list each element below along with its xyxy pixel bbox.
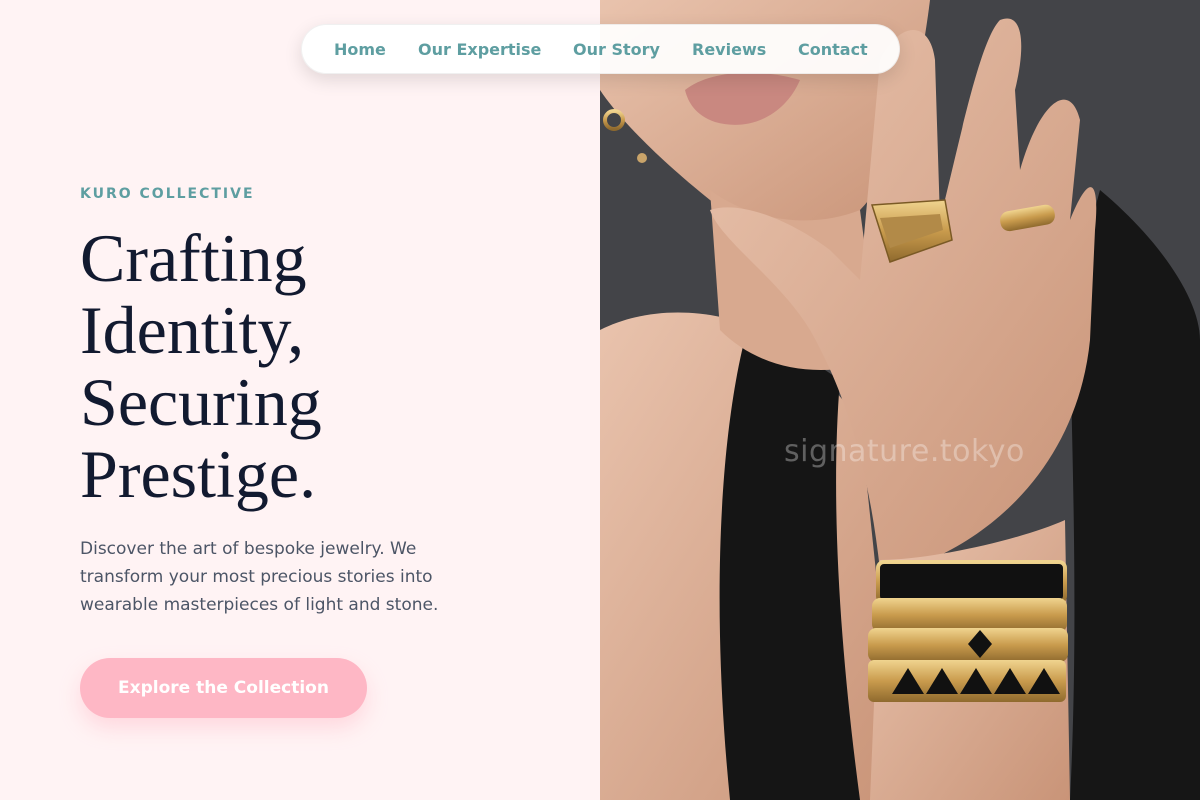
hero-image: signature.tokyo bbox=[600, 0, 1200, 800]
hero-description: Discover the art of bespoke jewelry. We … bbox=[80, 539, 439, 615]
nav-reviews-link[interactable]: Reviews bbox=[692, 40, 766, 59]
brand-eyebrow: KURO COLLECTIVE bbox=[80, 186, 255, 202]
jewelry-model-photo bbox=[600, 0, 1200, 800]
nav-contact-link[interactable]: Contact bbox=[798, 40, 868, 59]
nav-home-link[interactable]: Home bbox=[334, 40, 386, 59]
image-watermark: signature.tokyo bbox=[784, 434, 1025, 469]
nav-our-expertise-link[interactable]: Our Expertise bbox=[418, 40, 541, 59]
top-navigation: Home Our Expertise Our Story Reviews Con… bbox=[301, 24, 900, 74]
nav-our-story-link[interactable]: Our Story bbox=[573, 40, 660, 59]
headline-line: Prestige. bbox=[80, 436, 317, 512]
hero-headline: Crafting Identity, Securing Prestige. bbox=[80, 222, 500, 510]
headline-line: Securing bbox=[80, 364, 322, 440]
headline-line: Identity, bbox=[80, 292, 305, 368]
headline-line: Crafting bbox=[80, 220, 307, 296]
explore-collection-button[interactable]: Explore the Collection bbox=[80, 658, 367, 718]
